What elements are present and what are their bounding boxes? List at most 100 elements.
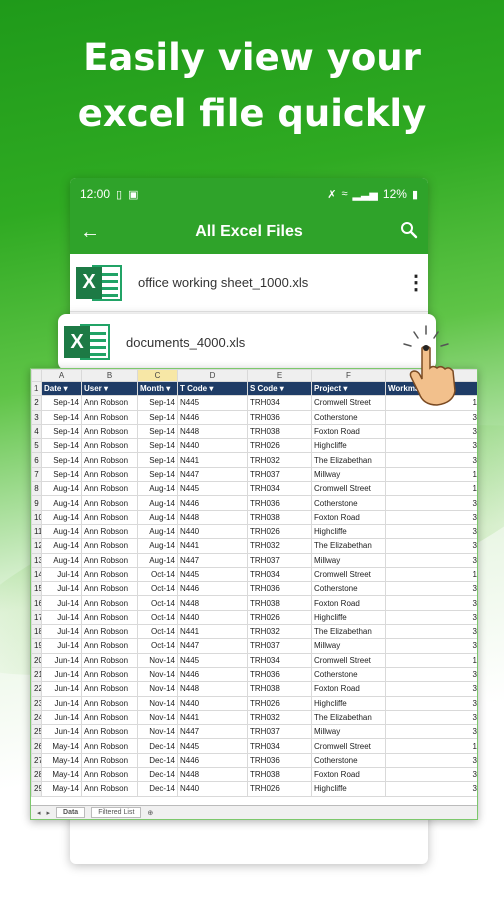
column-letter[interactable]: B: [81, 369, 138, 382]
table-cell[interactable]: 3: [385, 552, 477, 568]
table-cell[interactable]: N445: [177, 566, 248, 583]
table-cell[interactable]: Ann Robson: [81, 452, 138, 468]
table-cell[interactable]: TRH026: [247, 781, 312, 797]
table-cell[interactable]: TRH026: [247, 695, 312, 711]
table-cell[interactable]: Sep-14: [137, 423, 178, 440]
table-cell[interactable]: Aug-14: [137, 481, 178, 497]
sheet-tab[interactable]: Filtered List: [91, 807, 142, 818]
table-cell[interactable]: Jul-14: [41, 609, 82, 626]
table-cell[interactable]: The Elizabethan: [311, 452, 386, 468]
table-cell[interactable]: 1: [385, 466, 477, 483]
table-cell[interactable]: TRH034: [247, 566, 312, 583]
table-cell[interactable]: Ann Robson: [81, 552, 138, 568]
table-cell[interactable]: Jun-14: [41, 724, 82, 740]
table-cell[interactable]: Jun-14: [41, 681, 82, 697]
table-cell[interactable]: Nov-14: [137, 724, 178, 740]
table-cell[interactable]: N441: [177, 452, 248, 468]
table-cell[interactable]: Cotherstone: [311, 666, 386, 683]
table-cell[interactable]: TRH037: [247, 724, 312, 740]
table-cell[interactable]: Ann Robson: [81, 481, 138, 497]
table-cell[interactable]: Highcliffe: [311, 609, 386, 626]
table-cell[interactable]: TRH038: [247, 509, 312, 525]
table-cell[interactable]: May-14: [41, 738, 82, 754]
column-letter[interactable]: E: [247, 369, 312, 382]
table-cell[interactable]: 3: [385, 681, 477, 697]
table-cell[interactable]: Nov-14: [137, 652, 178, 668]
table-cell[interactable]: 3: [385, 438, 477, 454]
table-cell[interactable]: Dec-14: [137, 767, 178, 783]
table-cell[interactable]: N445: [177, 652, 248, 668]
table-cell[interactable]: May-14: [41, 781, 82, 797]
table-cell[interactable]: Ann Robson: [81, 609, 138, 626]
table-cell[interactable]: 3: [385, 509, 477, 525]
table-cell[interactable]: Aug-14: [137, 538, 178, 554]
table-cell[interactable]: Ann Robson: [81, 538, 138, 554]
table-cell[interactable]: Highcliffe: [311, 523, 386, 540]
column-header[interactable]: S Code ▾: [247, 380, 312, 397]
table-cell[interactable]: Sep-14: [137, 452, 178, 468]
table-cell[interactable]: Ann Robson: [81, 638, 138, 654]
table-cell[interactable]: TRH037: [247, 552, 312, 568]
table-cell[interactable]: TRH036: [247, 495, 312, 511]
table-cell[interactable]: N448: [177, 767, 248, 783]
table-cell[interactable]: Oct-14: [137, 581, 178, 597]
table-cell[interactable]: Sep-14: [137, 395, 178, 411]
table-cell[interactable]: Aug-14: [41, 538, 82, 554]
table-cell[interactable]: 3: [385, 581, 477, 597]
table-cell[interactable]: TRH036: [247, 581, 312, 597]
table-cell[interactable]: TRH032: [247, 538, 312, 554]
table-cell[interactable]: TRH038: [247, 681, 312, 697]
table-cell[interactable]: TRH026: [247, 438, 312, 454]
table-cell[interactable]: TRH026: [247, 523, 312, 540]
table-cell[interactable]: 3: [385, 709, 477, 726]
table-cell[interactable]: Foxton Road: [311, 595, 386, 611]
table-cell[interactable]: Ann Robson: [81, 423, 138, 440]
file-list-item-selected[interactable]: X documents_4000.xls: [58, 314, 436, 370]
table-cell[interactable]: Oct-14: [137, 566, 178, 583]
table-cell[interactable]: Cotherstone: [311, 409, 386, 425]
table-cell[interactable]: N440: [177, 781, 248, 797]
table-cell[interactable]: 3: [385, 595, 477, 611]
table-cell[interactable]: Aug-14: [41, 523, 82, 540]
table-cell[interactable]: Nov-14: [137, 695, 178, 711]
table-cell[interactable]: N447: [177, 552, 248, 568]
table-cell[interactable]: N446: [177, 409, 248, 425]
table-cell[interactable]: Nov-14: [137, 709, 178, 726]
table-cell[interactable]: Jul-14: [41, 581, 82, 597]
column-header[interactable]: Project ▾: [311, 380, 386, 397]
column-letter[interactable]: A: [41, 369, 82, 382]
table-cell[interactable]: N446: [177, 495, 248, 511]
table-cell[interactable]: Sep-14: [41, 423, 82, 440]
table-cell[interactable]: N445: [177, 738, 248, 754]
table-cell[interactable]: Foxton Road: [311, 767, 386, 783]
table-cell[interactable]: Ann Robson: [81, 581, 138, 597]
table-cell[interactable]: Ann Robson: [81, 395, 138, 411]
table-cell[interactable]: May-14: [41, 752, 82, 769]
table-cell[interactable]: Ann Robson: [81, 781, 138, 797]
tab-scroll-right-icon[interactable]: ▸: [47, 809, 51, 817]
table-cell[interactable]: 3: [385, 752, 477, 769]
table-cell[interactable]: May-14: [41, 767, 82, 783]
table-cell[interactable]: Jul-14: [41, 595, 82, 611]
table-cell[interactable]: 3: [385, 624, 477, 640]
table-cell[interactable]: N448: [177, 423, 248, 440]
table-cell[interactable]: 1: [385, 481, 477, 497]
table-cell[interactable]: 3: [385, 695, 477, 711]
table-cell[interactable]: Sep-14: [41, 395, 82, 411]
table-cell[interactable]: Cromwell Street: [311, 481, 386, 497]
table-cell[interactable]: Ann Robson: [81, 624, 138, 640]
table-cell[interactable]: 1: [385, 652, 477, 668]
search-icon[interactable]: [388, 221, 418, 244]
table-cell[interactable]: Aug-14: [137, 552, 178, 568]
table-cell[interactable]: 3: [385, 781, 477, 797]
table-cell[interactable]: 3: [385, 538, 477, 554]
table-cell[interactable]: Ann Robson: [81, 681, 138, 697]
table-cell[interactable]: TRH026: [247, 609, 312, 626]
table-cell[interactable]: N440: [177, 438, 248, 454]
table-cell[interactable]: 3: [385, 409, 477, 425]
table-cell[interactable]: Ann Robson: [81, 666, 138, 683]
table-cell[interactable]: Millway: [311, 466, 386, 483]
file-list-item[interactable]: X office working sheet_1000.xls ⋮: [70, 254, 428, 312]
table-cell[interactable]: N446: [177, 666, 248, 683]
table-cell[interactable]: TRH034: [247, 481, 312, 497]
